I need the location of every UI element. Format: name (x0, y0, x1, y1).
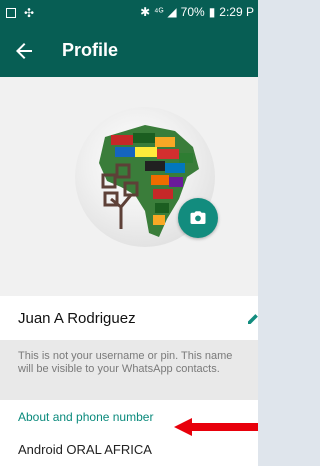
app-toolbar: Profile (0, 25, 258, 77)
status-right: ✱ ⁴ᴳ ◢ 70% ▮ 2:29 P (140, 5, 254, 19)
name-row[interactable]: Juan A Rodriguez (0, 296, 258, 340)
edit-pencil-icon[interactable] (246, 310, 258, 326)
profile-photo-section (0, 77, 258, 296)
about-label: About and phone number (18, 410, 154, 424)
status-bar: ✣ ✱ ⁴ᴳ ◢ 70% ▮ 2:29 P (0, 0, 258, 25)
network-type: ⁴ᴳ (154, 6, 164, 18)
profile-name: Juan A Rodriguez (18, 310, 136, 327)
change-photo-button[interactable] (178, 198, 218, 238)
battery-percent: 70% (180, 5, 205, 19)
notification-icon: ✣ (24, 6, 35, 20)
signal-icon: ◢ (167, 5, 177, 19)
battery-icon: ▮ (208, 5, 216, 19)
page-title: Profile (62, 40, 119, 60)
back-arrow-icon[interactable] (12, 39, 36, 63)
red-arrow-annotation (174, 418, 258, 436)
status-left: ✣ (6, 6, 34, 20)
about-value: Android ORAL AFRICA (18, 442, 152, 457)
profile-screen: ✣ ✱ ⁴ᴳ ◢ 70% ▮ 2:29 P Profile Juan A Rod… (0, 0, 258, 466)
name-hint-text: This is not your username or pin. This n… (18, 350, 233, 375)
clock: 2:29 P (219, 5, 254, 19)
camera-icon (190, 211, 206, 224)
bluetooth-icon: ✱ (140, 5, 151, 19)
screenshot-icon (6, 8, 16, 18)
